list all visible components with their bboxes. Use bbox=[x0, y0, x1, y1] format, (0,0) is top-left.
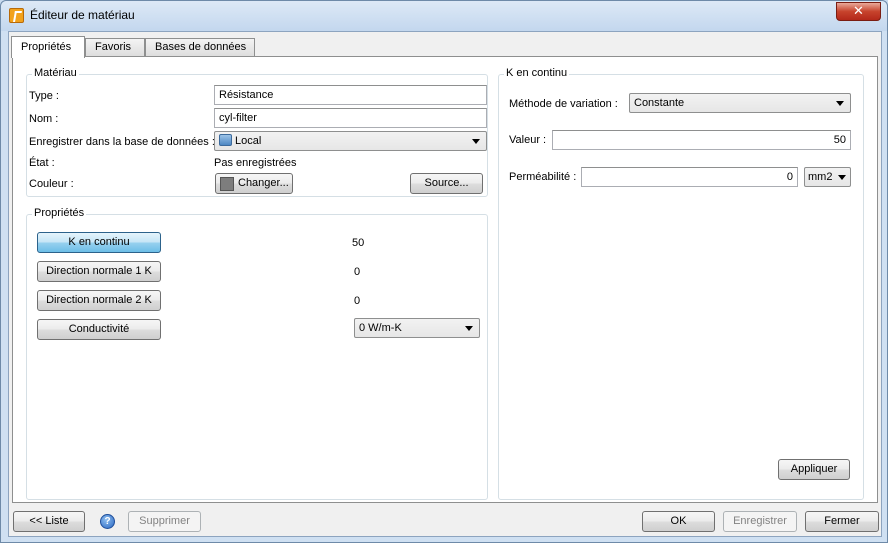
app-icon bbox=[9, 8, 24, 23]
type-field[interactable]: Résistance bbox=[214, 85, 487, 105]
conductivity-button[interactable]: Conductivité bbox=[37, 319, 161, 340]
material-group-legend: Matériau bbox=[32, 67, 79, 79]
variation-method-label: Méthode de variation : bbox=[509, 98, 618, 110]
conductivity-select-value: 0 W/m-K bbox=[359, 322, 402, 334]
state-label: État : bbox=[29, 157, 55, 169]
delete-button[interactable]: Supprimer bbox=[128, 511, 201, 532]
permeability-field[interactable]: 0 bbox=[581, 167, 798, 187]
ok-button[interactable]: OK bbox=[642, 511, 715, 532]
normal-direction-2-k-value: 0 bbox=[354, 295, 361, 307]
title-bar[interactable]: Éditeur de matériau ✕ bbox=[1, 1, 887, 31]
permeability-unit-value: mm2 bbox=[808, 171, 833, 183]
help-icon[interactable]: ? bbox=[100, 514, 115, 529]
database-select-value: Local bbox=[235, 135, 262, 147]
type-label: Type : bbox=[29, 90, 59, 102]
conductivity-select[interactable]: 0 W/m-K bbox=[354, 318, 480, 338]
k-continuous-group-legend: K en continu bbox=[504, 67, 570, 79]
value-label: Valeur : bbox=[509, 134, 547, 146]
dialog-client: Propriétés Favoris Bases de données Maté… bbox=[8, 31, 882, 537]
properties-group: Propriétés bbox=[26, 207, 488, 500]
color-label: Couleur : bbox=[29, 178, 74, 190]
database-icon bbox=[219, 134, 232, 146]
chevron-down-icon bbox=[465, 326, 473, 331]
name-field[interactable]: cyl-filter bbox=[214, 108, 487, 128]
tab-favorites[interactable]: Favoris bbox=[85, 38, 145, 57]
close-window-button[interactable]: ✕ bbox=[836, 2, 881, 21]
chevron-down-icon bbox=[836, 101, 844, 106]
permeability-unit-select[interactable]: mm2 bbox=[804, 167, 851, 187]
window-title: Éditeur de matériau bbox=[30, 8, 135, 22]
material-editor-window: Éditeur de matériau ✕ Propriétés Favoris… bbox=[0, 0, 888, 543]
normal-direction-1-k-value: 0 bbox=[354, 266, 361, 278]
change-color-button[interactable]: Changer... bbox=[215, 173, 293, 194]
color-swatch bbox=[220, 177, 234, 191]
chevron-down-icon bbox=[838, 175, 846, 180]
variation-method-value: Constante bbox=[634, 97, 685, 109]
list-button[interactable]: << Liste bbox=[13, 511, 85, 532]
normal-direction-2-k-button[interactable]: Direction normale 2 K bbox=[37, 290, 161, 311]
name-label: Nom : bbox=[29, 113, 59, 125]
chevron-down-icon bbox=[472, 139, 480, 144]
normal-direction-1-k-button[interactable]: Direction normale 1 K bbox=[37, 261, 161, 282]
tab-properties[interactable]: Propriétés bbox=[11, 36, 85, 58]
k-continuous-button[interactable]: K en continu bbox=[37, 232, 161, 253]
state-value: Pas enregistrées bbox=[214, 157, 297, 169]
dialog-footer: << Liste ? Supprimer OK Enregistrer Ferm… bbox=[9, 505, 881, 537]
database-select[interactable]: Local bbox=[214, 131, 487, 151]
properties-group-legend: Propriétés bbox=[32, 207, 87, 219]
value-field[interactable]: 50 bbox=[552, 130, 851, 150]
change-color-label: Changer... bbox=[238, 177, 289, 189]
k-continuous-value: 50 bbox=[352, 237, 365, 249]
source-button[interactable]: Source... bbox=[410, 173, 483, 194]
properties-tab-panel: Matériau Type : Résistance Nom : cyl-fil… bbox=[12, 56, 878, 503]
save-button[interactable]: Enregistrer bbox=[723, 511, 797, 532]
variation-method-select[interactable]: Constante bbox=[629, 93, 851, 113]
tab-databases[interactable]: Bases de données bbox=[145, 38, 255, 57]
permeability-label: Perméabilité : bbox=[509, 171, 577, 183]
close-button[interactable]: Fermer bbox=[805, 511, 879, 532]
apply-button[interactable]: Appliquer bbox=[778, 459, 850, 480]
save-database-label: Enregistrer dans la base de données : bbox=[29, 136, 215, 148]
